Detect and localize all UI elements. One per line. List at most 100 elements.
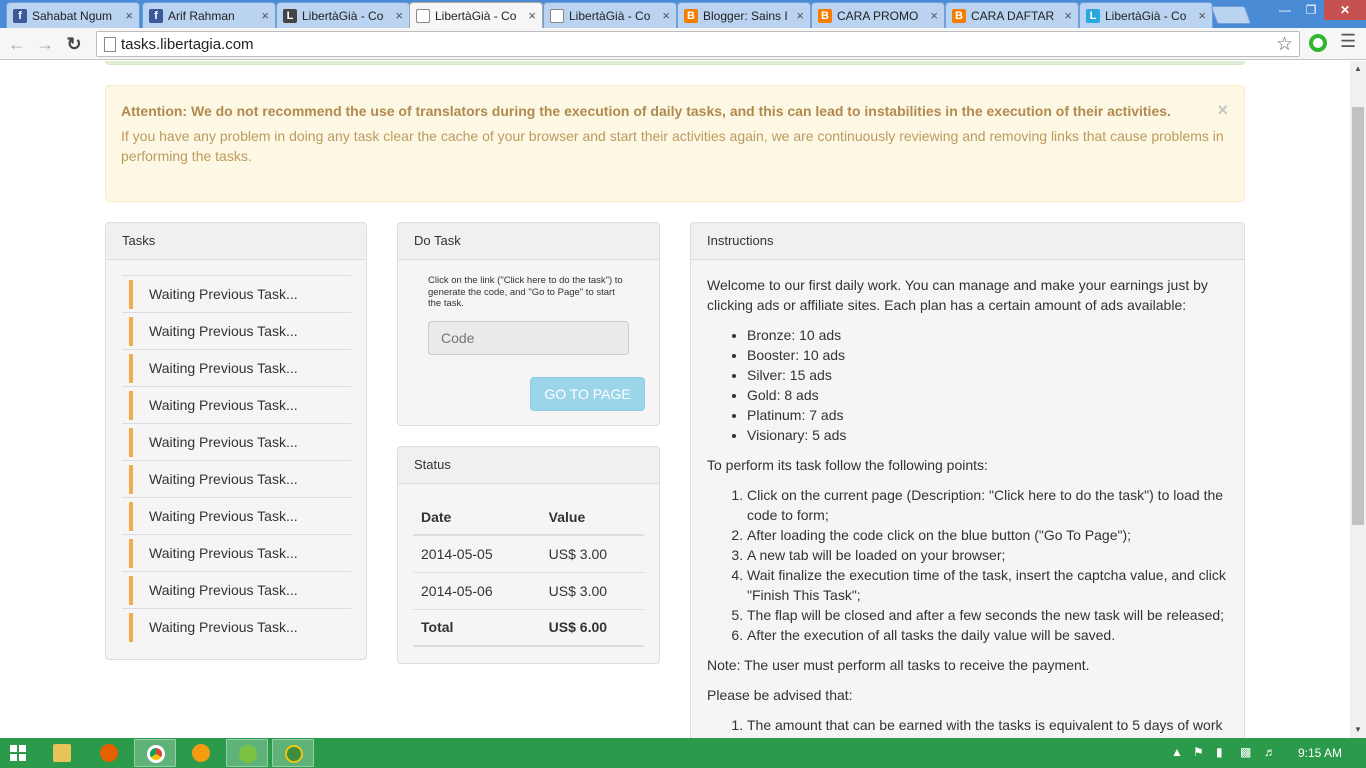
- list-item[interactable]: Waiting Previous Task...: [122, 497, 351, 534]
- taskbar-app-green[interactable]: [226, 739, 268, 767]
- column-header-date: Date: [413, 499, 531, 536]
- browser-tab-title: CARA PROMO: [837, 8, 919, 23]
- browser-tab[interactable]: B CARA DAFTAR ×: [945, 2, 1079, 28]
- task-status-bar: [129, 317, 133, 346]
- instructions-panel: Instructions Welcome to our first daily …: [690, 222, 1245, 738]
- tab-close-icon[interactable]: ×: [125, 9, 133, 22]
- new-tab-button[interactable]: [1210, 6, 1252, 24]
- window-minimize-button[interactable]: —: [1272, 0, 1298, 20]
- tray-volume-icon[interactable]: ♬: [1264, 745, 1276, 759]
- table-row: 2014-05-06 US$ 3.00: [413, 572, 644, 610]
- tab-close-icon[interactable]: ×: [796, 9, 804, 22]
- tab-close-icon[interactable]: ×: [528, 9, 536, 22]
- task-label: Waiting Previous Task...: [149, 397, 298, 413]
- list-item[interactable]: Waiting Previous Task...: [122, 275, 351, 312]
- taskbar-chrome[interactable]: [134, 739, 176, 767]
- chrome-icon: [147, 745, 165, 763]
- browser-tab-title: LibertàGià - Co: [569, 8, 651, 23]
- step-item: After the execution of all tasks the dai…: [747, 625, 1235, 645]
- bookmark-star-icon[interactable]: ☆: [1276, 33, 1293, 56]
- list-item[interactable]: Waiting Previous Task...: [122, 312, 351, 349]
- warning-alert: Attention: We do not recommend the use o…: [105, 85, 1245, 202]
- status-value-cell: US$ 3.00: [530, 535, 644, 573]
- page-icon: [104, 37, 116, 52]
- tab-close-icon[interactable]: ×: [930, 9, 938, 22]
- list-item[interactable]: Waiting Previous Task...: [122, 460, 351, 497]
- window-maximize-button[interactable]: ❐: [1298, 0, 1324, 20]
- blogger-icon: B: [818, 8, 832, 23]
- forward-arrow-icon[interactable]: →: [33, 32, 57, 56]
- list-item[interactable]: Waiting Previous Task...: [122, 608, 351, 645]
- browser-tab[interactable]: B Blogger: Sains I ×: [677, 2, 811, 28]
- task-status-bar: [129, 428, 133, 457]
- facebook-icon: f: [13, 8, 27, 23]
- browser-tab[interactable]: L LibertàGià - Co ×: [1079, 2, 1213, 28]
- task-list: Waiting Previous Task... Waiting Previous…: [122, 275, 351, 645]
- reload-icon[interactable]: ↻: [62, 32, 86, 56]
- blogger-icon: B: [952, 8, 966, 23]
- list-item[interactable]: Waiting Previous Task...: [122, 571, 351, 608]
- advise-list: The amount that can be earned with the t…: [747, 715, 1235, 735]
- plan-list: Bronze: 10 adsBooster: 10 adsSilver: 15 …: [747, 325, 1235, 445]
- tab-close-icon[interactable]: ×: [395, 9, 403, 22]
- do-task-hint: Click on the link ("Click here to do the…: [428, 275, 623, 309]
- task-status-bar: [129, 465, 133, 494]
- tray-flag-icon[interactable]: ⚑: [1193, 745, 1204, 759]
- tray-expand-icon[interactable]: ▲: [1171, 745, 1183, 759]
- list-item[interactable]: Waiting Previous Task...: [122, 386, 351, 423]
- tab-close-icon[interactable]: ×: [261, 9, 269, 22]
- tray-network-icon[interactable]: ▩: [1240, 745, 1251, 759]
- list-item[interactable]: Waiting Previous Task...: [122, 534, 351, 571]
- browser-tab[interactable]: LibertàGià - Co ×: [543, 2, 677, 28]
- scroll-up-arrow-icon[interactable]: ▲: [1350, 61, 1366, 77]
- list-item[interactable]: Waiting Previous Task...: [122, 349, 351, 386]
- plan-item: Platinum: 7 ads: [747, 405, 1235, 425]
- go-to-page-button[interactable]: GO TO PAGE: [530, 377, 645, 411]
- back-arrow-icon[interactable]: ←: [5, 32, 29, 56]
- code-input[interactable]: [428, 321, 629, 355]
- browser-tab[interactable]: B CARA PROMO ×: [811, 2, 945, 28]
- step-item: The flap will be closed and after a few …: [747, 605, 1235, 625]
- url-text[interactable]: tasks.libertagia.com: [121, 36, 254, 53]
- menu-icon[interactable]: ☰: [1340, 31, 1356, 52]
- windows-start-icon[interactable]: [10, 745, 26, 761]
- tab-close-icon[interactable]: ×: [1064, 9, 1072, 22]
- browser-tab[interactable]: f Sahabat Ngum ×: [6, 2, 140, 28]
- tasks-panel: Tasks Waiting Previous Task... Waiting Pr…: [105, 222, 367, 660]
- success-alert-edge: [105, 61, 1245, 65]
- browser-tab-title: CARA DAFTAR: [971, 8, 1055, 23]
- task-status-bar: [129, 280, 133, 309]
- plan-item: Booster: 10 ads: [747, 345, 1235, 365]
- tab-close-icon[interactable]: ×: [1198, 9, 1206, 22]
- page-scrollbar[interactable]: ▲ ▼: [1350, 61, 1366, 738]
- browser-tab[interactable]: f Arif Rahman ×: [142, 2, 276, 28]
- extension-icon[interactable]: [1309, 34, 1327, 52]
- instructions-body: Welcome to our first daily work. You can…: [707, 275, 1235, 738]
- scroll-down-arrow-icon[interactable]: ▼: [1350, 722, 1366, 738]
- address-bar[interactable]: tasks.libertagia.com ☆: [96, 31, 1300, 57]
- instructions-note: Note: The user must perform all tasks to…: [707, 657, 1090, 673]
- network-app-icon: [285, 745, 303, 763]
- browser-tab[interactable]: L LibertàGià - Co ×: [276, 2, 410, 28]
- task-label: Waiting Previous Task...: [149, 508, 298, 524]
- scrollbar-thumb[interactable]: [1352, 107, 1364, 525]
- close-icon[interactable]: ×: [1217, 100, 1228, 121]
- step-item: A new tab will be loaded on your browser…: [747, 545, 1235, 565]
- task-label: Waiting Previous Task...: [149, 582, 298, 598]
- browser-tab[interactable]: LibertàGià - Co ×: [409, 2, 543, 28]
- table-total-row: Total US$ 6.00: [413, 609, 644, 647]
- taskbar-app-network[interactable]: [272, 739, 314, 767]
- taskbar-clock[interactable]: 9:15 AM: [1298, 746, 1342, 760]
- browser-tab-title: LibertàGià - Co: [302, 8, 384, 23]
- tab-close-icon[interactable]: ×: [662, 9, 670, 22]
- browser-tab-title: LibertàGià - Co: [435, 8, 517, 23]
- status-table: Date Value 2014-05-05 US$ 3.00 2014-05-0…: [413, 499, 644, 647]
- tray-power-icon[interactable]: ▮: [1216, 745, 1223, 759]
- page-viewport: Attention: We do not recommend the use o…: [0, 61, 1350, 738]
- list-item[interactable]: Waiting Previous Task...: [122, 423, 351, 460]
- window-close-button[interactable]: ✕: [1324, 0, 1366, 20]
- taskbar-app-orange[interactable]: [180, 739, 222, 767]
- green-app-icon: [239, 745, 257, 763]
- taskbar-file-explorer[interactable]: [41, 739, 83, 767]
- taskbar-firefox[interactable]: [88, 739, 130, 767]
